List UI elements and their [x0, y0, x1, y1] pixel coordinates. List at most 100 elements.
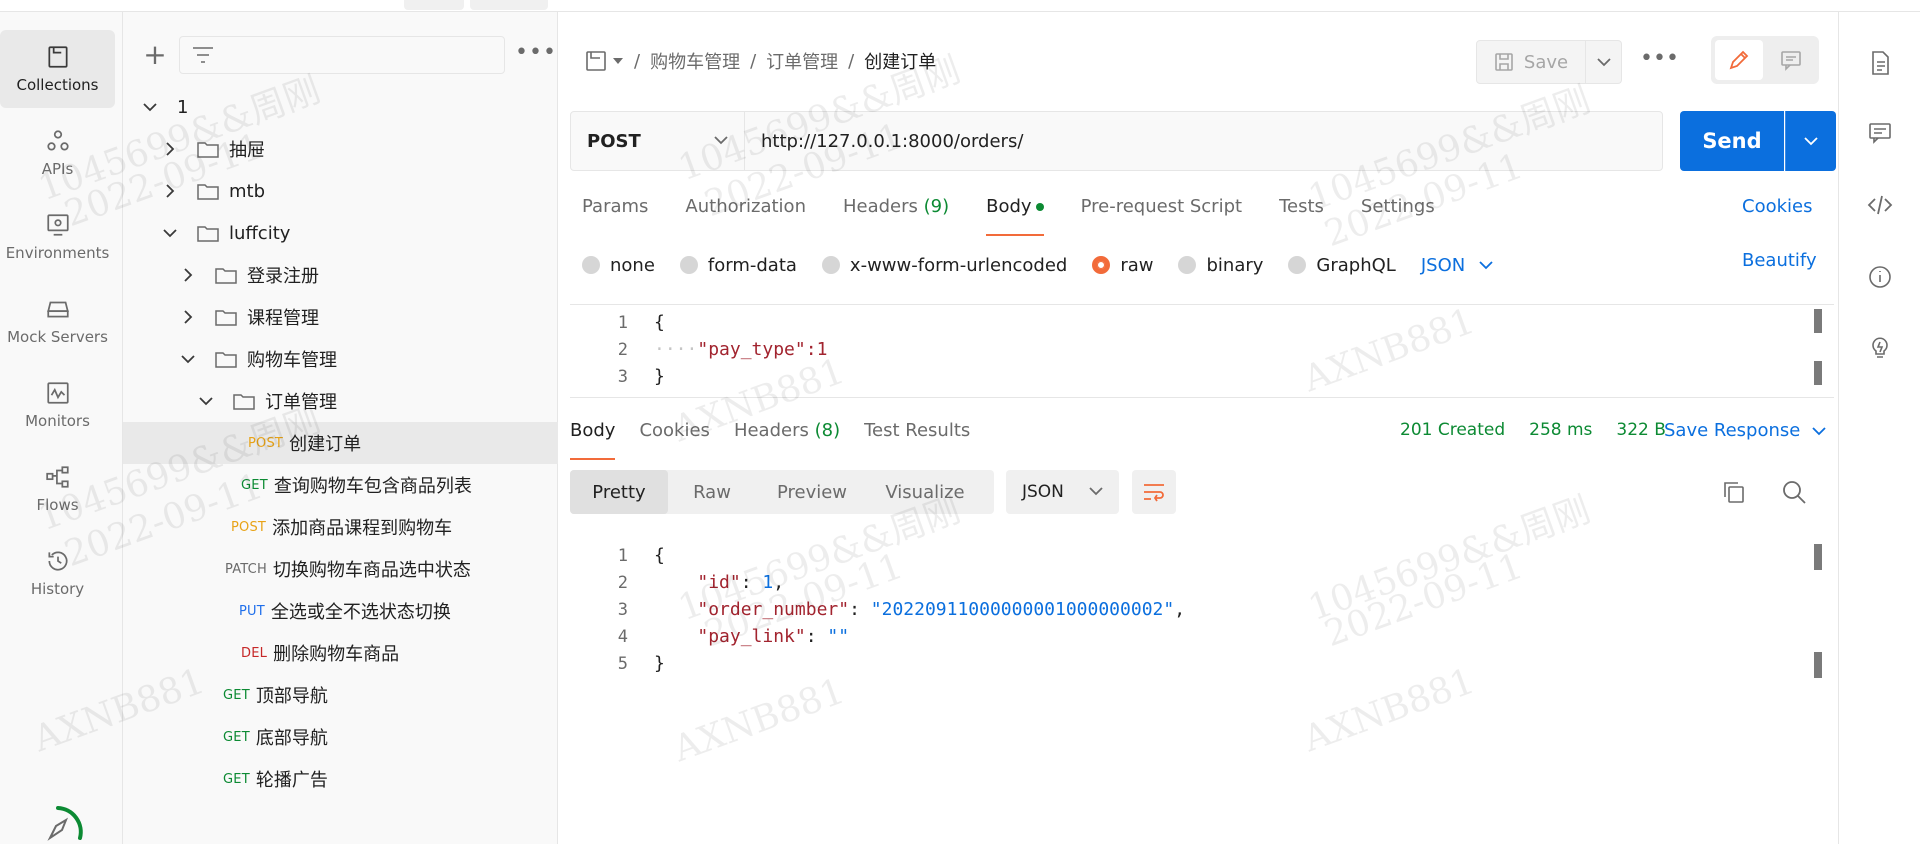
- method-select[interactable]: POST: [571, 112, 745, 170]
- view-raw[interactable]: Raw: [668, 470, 756, 514]
- scrollbar-thumb[interactable]: [1814, 652, 1822, 678]
- folder-item[interactable]: 购物车管理: [123, 338, 558, 380]
- request-item[interactable]: PATCH 切换购物车商品选中状态: [123, 548, 558, 590]
- scrollbar-thumb[interactable]: [1814, 309, 1822, 333]
- scrollbar-thumb[interactable]: [1814, 361, 1822, 385]
- tab-headers[interactable]: Headers (9): [843, 196, 949, 236]
- radio-graphql[interactable]: GraphQL: [1288, 255, 1396, 276]
- rocket-progress-icon[interactable]: [30, 804, 86, 844]
- folder-item[interactable]: 抽屉: [123, 128, 558, 170]
- url-input[interactable]: [745, 112, 1661, 170]
- folder-item[interactable]: 订单管理: [123, 380, 558, 422]
- language-value: JSON: [1420, 254, 1466, 276]
- cookies-link[interactable]: Cookies: [1742, 196, 1812, 217]
- request-item[interactable]: POST 添加商品课程到购物车: [123, 506, 558, 548]
- rail-item-apis[interactable]: APIs: [0, 114, 115, 192]
- rail-label: Flows: [36, 496, 79, 514]
- info-icon[interactable]: [1867, 264, 1893, 290]
- crumb-item[interactable]: 购物车管理: [650, 48, 740, 74]
- tab-pre-request-script[interactable]: Pre-request Script: [1081, 196, 1242, 236]
- crumb-item[interactable]: 订单管理: [766, 48, 838, 74]
- chevron-down-icon: [714, 136, 728, 145]
- edit-mode-button[interactable]: [1715, 40, 1763, 80]
- response-format-select[interactable]: JSON: [1006, 470, 1119, 514]
- beautify-link[interactable]: Beautify: [1742, 250, 1817, 271]
- folder-item[interactable]: luffcity: [123, 212, 558, 254]
- rail-item-monitors[interactable]: Monitors: [0, 366, 115, 444]
- search-icon[interactable]: [1780, 478, 1808, 506]
- save-response-button[interactable]: Save Response: [1664, 420, 1826, 441]
- lightbulb-icon[interactable]: [1867, 334, 1893, 360]
- method-badge: GET: [223, 687, 250, 703]
- send-options-button[interactable]: [1785, 111, 1836, 171]
- rail-item-history[interactable]: History: [0, 534, 115, 612]
- radio-form-data[interactable]: form-data: [679, 255, 797, 276]
- radio-none[interactable]: none: [582, 255, 655, 276]
- response-size[interactable]: 322 B: [1616, 420, 1666, 440]
- tab-response-body[interactable]: Body: [570, 420, 616, 460]
- request-item[interactable]: PUT 全选或全不选状态切换: [123, 590, 558, 632]
- response-body-viewer[interactable]: 1{2 "id": 1, 3 "order_number": "202209110…: [570, 530, 1834, 844]
- radio-urlencoded[interactable]: x-www-form-urlencoded: [821, 255, 1067, 276]
- new-collection-button[interactable]: +: [140, 40, 170, 70]
- folder-item[interactable]: mtb: [123, 170, 558, 212]
- rail-item-environments[interactable]: Environments: [0, 198, 115, 276]
- save-button[interactable]: Save: [1476, 40, 1586, 84]
- folder-item[interactable]: 课程管理: [123, 296, 558, 338]
- tab-response-headers[interactable]: Headers (8): [734, 420, 840, 460]
- breadcrumb: / 购物车管理 / 订单管理 / 创建订单: [586, 46, 936, 76]
- request-item[interactable]: GET 查询购物车包含商品列表: [123, 464, 558, 506]
- request-item[interactable]: POST 创建订单: [123, 422, 558, 464]
- request-type-icon[interactable]: [586, 51, 608, 71]
- documentation-icon[interactable]: [1867, 50, 1893, 76]
- view-visualize[interactable]: Visualize: [868, 470, 982, 514]
- view-pretty[interactable]: Pretty: [570, 470, 668, 514]
- comments-icon[interactable]: [1867, 120, 1893, 146]
- scrollbar-thumb[interactable]: [1814, 544, 1822, 570]
- save-options-button[interactable]: [1586, 40, 1622, 84]
- tab-body[interactable]: Body: [986, 196, 1045, 236]
- request-item[interactable]: GET 底部导航: [123, 716, 558, 758]
- send-button[interactable]: Send: [1680, 111, 1784, 171]
- folder-icon: [197, 142, 219, 158]
- top-ghost-button[interactable]: [470, 0, 548, 10]
- collection-item[interactable]: 1: [123, 86, 558, 128]
- filter-input[interactable]: [179, 36, 505, 74]
- radio-raw[interactable]: raw: [1092, 255, 1153, 276]
- chevron-down-icon[interactable]: [612, 56, 624, 66]
- rail-item-mock-servers[interactable]: Mock Servers: [0, 282, 115, 360]
- chevron-down-icon: [181, 355, 195, 364]
- crumb-separator: /: [750, 50, 757, 72]
- status-badge[interactable]: 201 Created: [1400, 420, 1505, 440]
- tab-params[interactable]: Params: [582, 196, 648, 236]
- json-brace: {: [654, 545, 665, 566]
- tree-item-label: 订单管理: [265, 392, 337, 413]
- response-time[interactable]: 258 ms: [1529, 420, 1592, 440]
- request-item[interactable]: DEL 删除购物车商品: [123, 632, 558, 674]
- rail-item-flows[interactable]: Flows: [0, 450, 115, 528]
- crumb-current[interactable]: 创建订单: [864, 48, 936, 74]
- code-snippet-icon[interactable]: [1867, 192, 1893, 218]
- view-preview[interactable]: Preview: [756, 470, 868, 514]
- json-key: "pay_link": [697, 626, 806, 647]
- chevron-down-icon: [1089, 487, 1103, 496]
- comment-mode-button[interactable]: [1767, 40, 1815, 80]
- tab-response-cookies[interactable]: Cookies: [639, 420, 709, 460]
- folder-item[interactable]: 登录注册: [123, 254, 558, 296]
- tree-item-label: 底部导航: [255, 728, 328, 749]
- radio-binary[interactable]: binary: [1178, 255, 1263, 276]
- rail-item-collections[interactable]: Collections: [0, 30, 115, 108]
- wrap-lines-button[interactable]: [1132, 470, 1176, 514]
- request-item[interactable]: GET 轮播广告: [123, 758, 558, 800]
- top-ghost-button[interactable]: [404, 0, 464, 10]
- more-actions-icon[interactable]: •••: [1640, 44, 1679, 80]
- request-item[interactable]: GET 顶部导航: [123, 674, 558, 716]
- tab-test-results[interactable]: Test Results: [864, 420, 970, 460]
- copy-icon[interactable]: [1720, 478, 1748, 506]
- request-body-editor[interactable]: 1 { 2 ····"pay_type":1 3 }: [570, 304, 1834, 398]
- tab-settings[interactable]: Settings: [1361, 196, 1435, 236]
- more-actions-icon[interactable]: •••: [515, 40, 556, 70]
- tab-tests[interactable]: Tests: [1279, 196, 1324, 236]
- tab-authorization[interactable]: Authorization: [685, 196, 806, 236]
- language-select[interactable]: JSON: [1421, 255, 1493, 276]
